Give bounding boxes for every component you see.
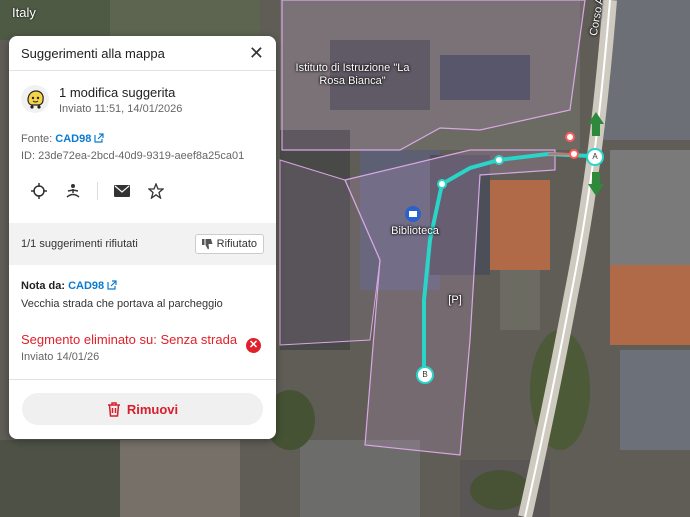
country-label: Italy (12, 5, 36, 20)
panel-divider (9, 379, 276, 380)
meta-block: Fonte: CAD98 ID: 23de72ea-2bcd-40d9-9319… (9, 115, 276, 165)
node-b-label: B (422, 370, 428, 379)
wazer-icon (27, 90, 44, 109)
thumbs-down-icon (201, 238, 213, 249)
remove-button[interactable]: Rimuovi (22, 393, 263, 425)
note-header: Nota da: CAD98 (21, 280, 117, 292)
segment-deleted-text: Segmento eliminato su: Senza strada (21, 332, 238, 347)
close-icon[interactable]: ✕ (249, 44, 264, 62)
summary-row: 1 modifica suggerita Inviato 11:51, 14/0… (9, 71, 276, 115)
move-up-arrow[interactable] (586, 110, 606, 138)
mail-icon[interactable] (112, 181, 132, 201)
node-a-label: A (592, 152, 598, 161)
external-link-icon[interactable] (107, 280, 117, 290)
icon-divider (97, 182, 98, 200)
note-text: Vecchia strada che portava al parcheggio (21, 298, 223, 310)
note-label: Nota da: (21, 280, 65, 292)
rejected-button[interactable]: Rifiutato (194, 234, 264, 254)
suggestion-id: ID: 23de72ea-2bcd-40d9-9319-aeef8a25ca01 (21, 150, 245, 162)
rejected-count: 1/1 suggerimenti rifiutati (21, 238, 138, 250)
panel-header: Suggerimenti alla mappa ✕ (9, 36, 276, 71)
library-label: Biblioteca (391, 225, 439, 237)
summary-sent: Inviato 11:51, 14/01/2026 (59, 103, 183, 115)
external-link-icon[interactable] (94, 133, 104, 143)
suggestions-panel: Suggerimenti alla mappa ✕ 1 modifica sug… (9, 36, 276, 439)
trash-icon (107, 401, 120, 417)
person-meditate-icon[interactable] (63, 181, 83, 201)
star-icon[interactable] (146, 181, 166, 201)
parking-label: [P] (448, 294, 462, 306)
rejected-button-label: Rifiutato (216, 238, 257, 250)
segment-date: Inviato 14/01/26 (21, 351, 100, 363)
node-b-marker[interactable]: B (416, 366, 434, 384)
summary-title: 1 modifica suggerita (59, 85, 176, 100)
source-label: Fonte: (21, 133, 53, 145)
crosshair-icon[interactable] (29, 181, 49, 201)
action-icons (9, 165, 276, 203)
panel-title: Suggerimenti alla mappa (21, 45, 165, 61)
source-user-link[interactable]: CAD98 (55, 133, 91, 145)
remove-button-label: Rimuovi (126, 401, 179, 417)
move-down-arrow[interactable] (586, 170, 606, 198)
note-user-link[interactable]: CAD98 (68, 280, 104, 292)
school-label: Istituto di Istruzione "La Rosa Bianca" (295, 62, 410, 87)
remove-segment-icon[interactable]: ✕ (246, 338, 261, 353)
rejected-bar: 1/1 suggerimenti rifiutati Rifiutato (9, 223, 276, 265)
node-a-marker[interactable]: A (586, 148, 604, 166)
avatar (21, 85, 49, 113)
